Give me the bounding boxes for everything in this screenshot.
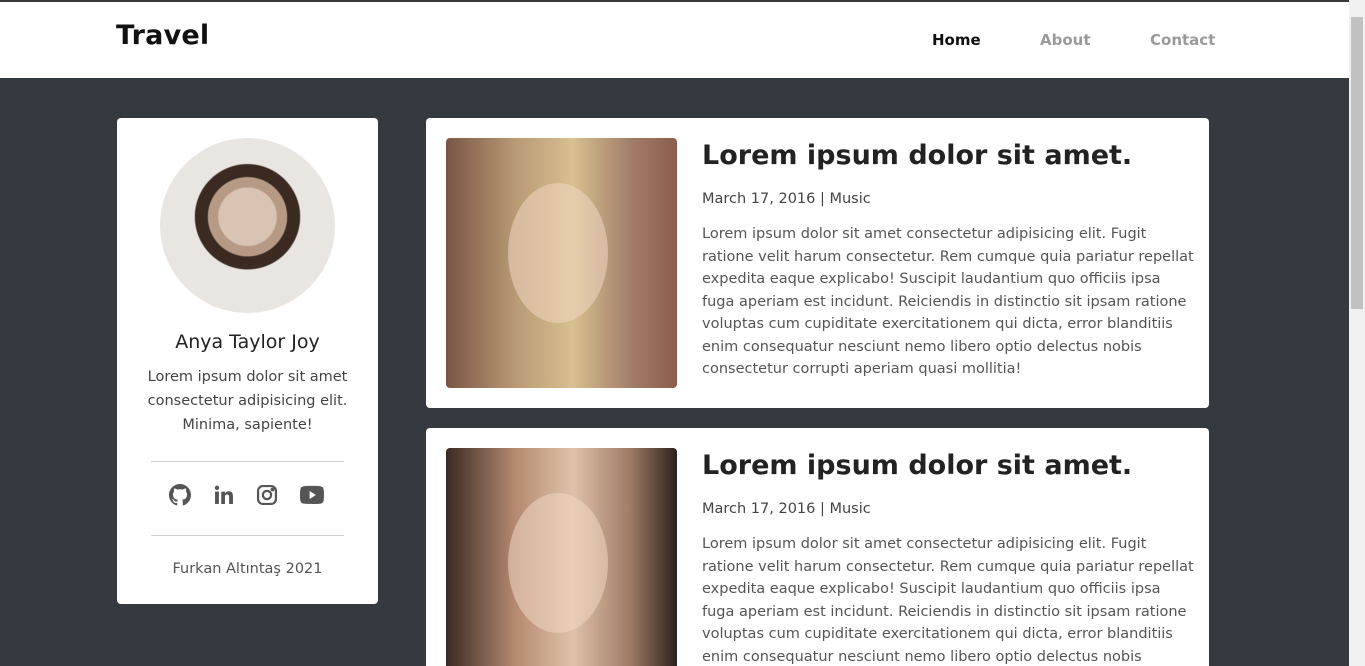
profile-divider-bottom	[151, 535, 344, 536]
post-title[interactable]: Lorem ipsum dolor sit amet.	[702, 140, 1132, 171]
post-card: Lorem ipsum dolor sit amet. March 17, 20…	[426, 118, 1209, 408]
nav-link-home[interactable]: Home	[932, 31, 981, 49]
github-icon[interactable]	[168, 484, 192, 506]
post-title[interactable]: Lorem ipsum dolor sit amet.	[702, 450, 1132, 481]
profile-footer: Furkan Altıntaş 2021	[172, 561, 323, 577]
profile-bio: Lorem ipsum dolor sit amet consectetur a…	[147, 369, 348, 433]
post-meta: March 17, 2016 | Music	[702, 501, 871, 517]
brand-logo[interactable]: Travel	[116, 20, 209, 51]
post-excerpt: Lorem ipsum dolor sit amet consectetur a…	[702, 226, 1194, 377]
profile-card: Anya Taylor Joy Lorem ipsum dolor sit am…	[117, 118, 378, 604]
post-image[interactable]	[446, 448, 677, 666]
scrollbar-thumb[interactable]	[1351, 17, 1363, 309]
portrait-highlight	[508, 183, 608, 323]
profile-divider-top	[151, 461, 344, 462]
post-excerpt: Lorem ipsum dolor sit amet consectetur a…	[702, 536, 1194, 665]
linkedin-icon[interactable]	[212, 484, 236, 506]
post-meta: March 17, 2016 | Music	[702, 191, 871, 207]
nav-link-contact[interactable]: Contact	[1150, 31, 1215, 49]
social-links	[117, 484, 378, 506]
profile-avatar	[160, 138, 335, 313]
portrait-highlight	[508, 493, 608, 633]
profile-name: Anya Taylor Joy	[175, 331, 320, 353]
post-image[interactable]	[446, 138, 677, 388]
nav-link-about[interactable]: About	[1040, 31, 1091, 49]
youtube-icon[interactable]	[300, 484, 324, 506]
navbar: Travel Home About Contact	[0, 2, 1349, 78]
post-card: Lorem ipsum dolor sit amet. March 17, 20…	[426, 428, 1209, 666]
instagram-icon[interactable]	[255, 484, 279, 506]
